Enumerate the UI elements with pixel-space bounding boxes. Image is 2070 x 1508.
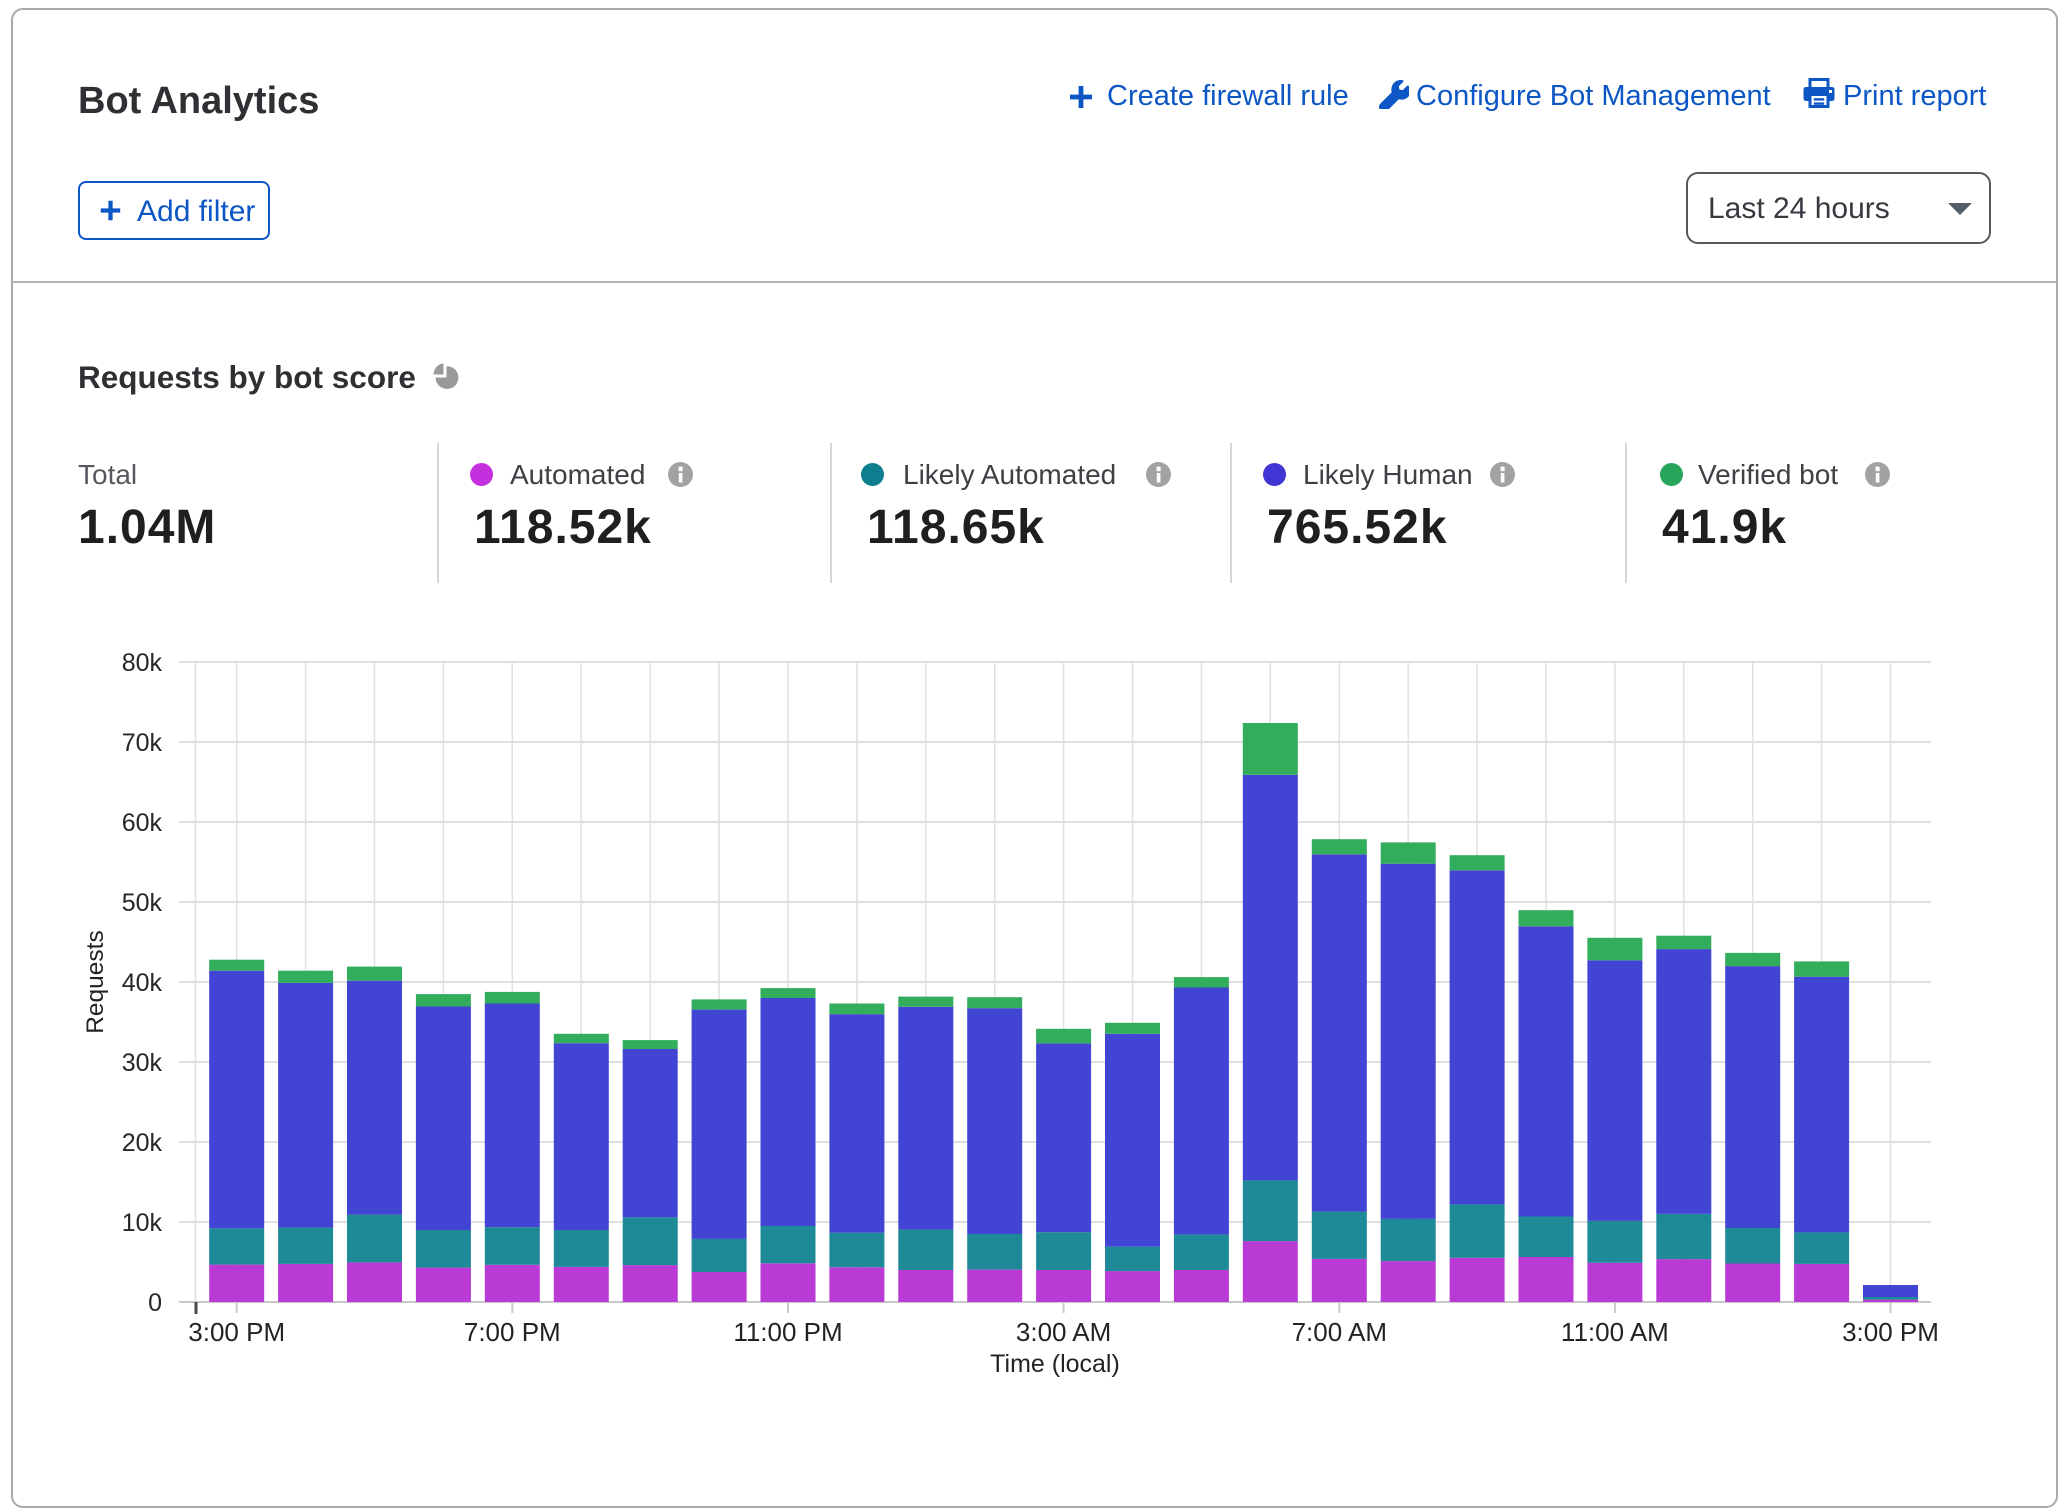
svg-text:11:00 AM: 11:00 AM: [1561, 1317, 1669, 1347]
svg-text:80k: 80k: [122, 649, 163, 677]
svg-text:7:00 AM: 7:00 AM: [1292, 1317, 1387, 1347]
svg-text:3:00 AM: 3:00 AM: [1016, 1317, 1111, 1347]
svg-text:0: 0: [148, 1289, 162, 1317]
svg-text:50k: 50k: [122, 889, 163, 917]
svg-text:Time (local): Time (local): [990, 1350, 1120, 1378]
svg-text:10k: 10k: [122, 1209, 163, 1237]
svg-text:3:00 PM: 3:00 PM: [188, 1317, 285, 1347]
svg-text:70k: 70k: [122, 729, 163, 757]
svg-text:20k: 20k: [122, 1129, 163, 1157]
svg-text:11:00 PM: 11:00 PM: [733, 1317, 842, 1347]
svg-text:40k: 40k: [122, 969, 163, 997]
svg-text:30k: 30k: [122, 1049, 163, 1077]
svg-text:60k: 60k: [122, 809, 163, 837]
svg-text:7:00 PM: 7:00 PM: [464, 1317, 561, 1347]
svg-text:Requests: Requests: [82, 930, 109, 1034]
svg-text:3:00 PM: 3:00 PM: [1842, 1317, 1939, 1347]
